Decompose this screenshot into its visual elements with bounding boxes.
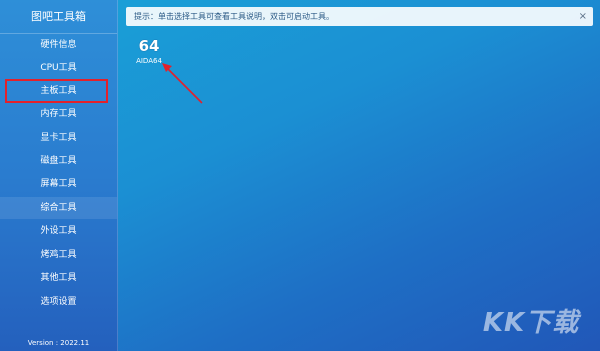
version-label: Version : 2022.11 — [27, 339, 90, 347]
tool-label: AIDA64 — [136, 57, 162, 65]
sidebar-item-other-tools[interactable]: 其他工具 — [0, 267, 117, 289]
sidebar: 图吧工具箱 硬件信息 CPU工具 主板工具 内存工具 显卡工具 磁盘工具 屏幕工… — [0, 0, 118, 351]
sidebar-item-gpu-tools[interactable]: 显卡工具 — [0, 127, 117, 149]
app-window: 图吧工具箱 硬件信息 CPU工具 主板工具 内存工具 显卡工具 磁盘工具 屏幕工… — [0, 0, 600, 351]
sidebar-item-motherboard-tools[interactable]: 主板工具 — [0, 80, 117, 102]
sidebar-item-stress-test-tools[interactable]: 烤鸡工具 — [0, 244, 117, 266]
sidebar-item-memory-tools[interactable]: 内存工具 — [0, 103, 117, 125]
sidebar-item-settings[interactable]: 选项设置 — [0, 291, 117, 313]
tool-item-aida64[interactable]: 64 AIDA64 — [132, 36, 166, 70]
watermark-logo: KK下载 — [472, 307, 590, 339]
sidebar-item-disk-tools[interactable]: 磁盘工具 — [0, 150, 117, 172]
watermark-text: KK下载 — [482, 308, 580, 338]
sidebar-item-cpu-tools[interactable]: CPU工具 — [0, 57, 117, 79]
sidebar-item-general-tools[interactable]: 综合工具 — [0, 197, 117, 219]
aida64-icon: 64 — [138, 37, 160, 55]
sidebar-item-peripheral-tools[interactable]: 外设工具 — [0, 220, 117, 242]
hint-bar: 提示：单击选择工具可查看工具说明，双击可启动工具。 × — [126, 7, 593, 26]
sidebar-item-hardware-info[interactable]: 硬件信息 — [0, 34, 117, 56]
hint-text: 提示：单击选择工具可查看工具说明，双击可启动工具。 — [134, 12, 334, 21]
close-icon[interactable]: × — [579, 7, 587, 26]
sidebar-item-screen-tools[interactable]: 屏幕工具 — [0, 173, 117, 195]
app-title: 图吧工具箱 — [0, 0, 117, 34]
